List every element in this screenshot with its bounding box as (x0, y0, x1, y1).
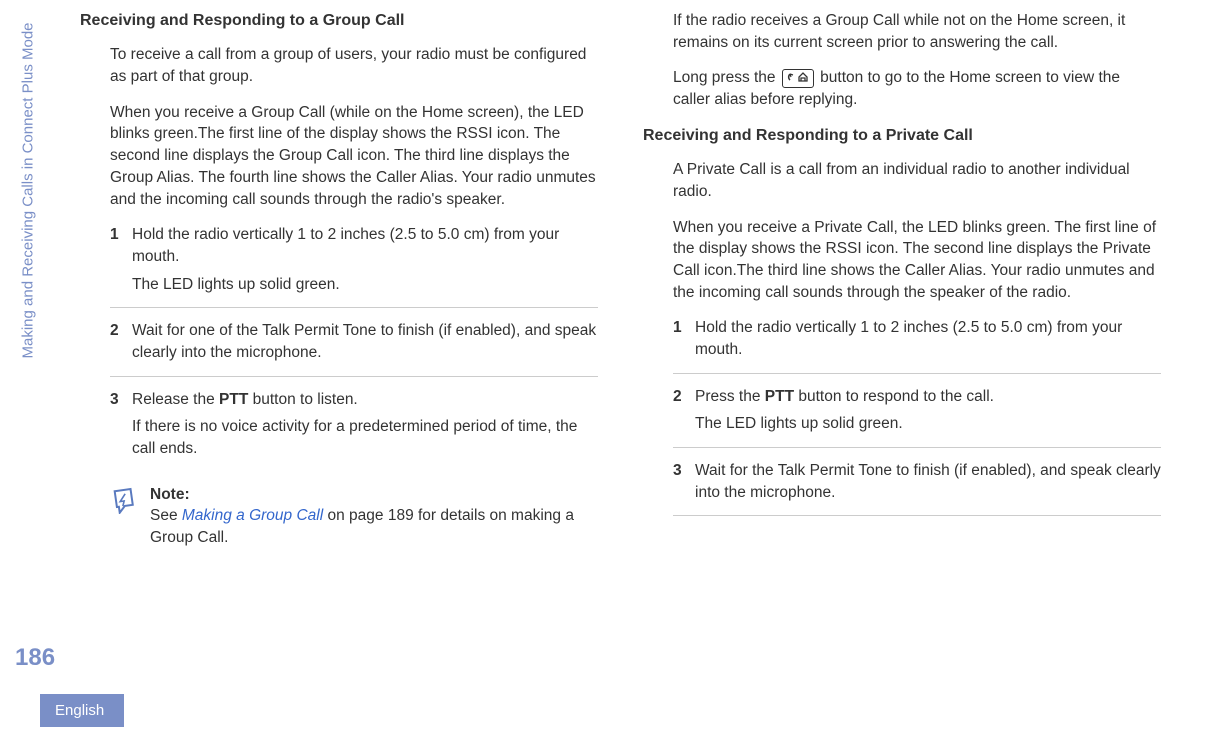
para: When you receive a Group Call (while on … (110, 102, 598, 210)
para: If the radio receives a Group Call while… (673, 10, 1161, 53)
step-line: Wait for one of the Talk Permit Tone to … (132, 320, 598, 363)
para: To receive a call from a group of users,… (110, 44, 598, 87)
step-line: Press the PTT button to respond to the c… (695, 386, 1161, 408)
step-line: If there is no voice activity for a pred… (132, 416, 598, 459)
link-making-group-call[interactable]: Making a Group Call (182, 507, 323, 524)
step-text: Press the PTT button to respond to the c… (695, 386, 1161, 435)
step-number: 3 (110, 389, 132, 460)
section-label: Making and Receiving Calls in Connect Pl… (20, 22, 37, 358)
step-line: Release the PTT button to listen. (132, 389, 598, 411)
step-2: 2 Press the PTT button to respond to the… (673, 386, 1161, 448)
page-number: 186 (15, 644, 55, 672)
heading-private-call: Receiving and Responding to a Private Ca… (643, 125, 1161, 147)
heading-group-call: Receiving and Responding to a Group Call (80, 10, 598, 32)
note-block: Note: See Making a Group Call on page 18… (110, 484, 598, 549)
left-margin: Making and Receiving Calls in Connect Pl… (0, 0, 60, 747)
step-line: The LED lights up solid green. (695, 413, 1161, 435)
para: When you receive a Private Call, the LED… (673, 217, 1161, 304)
step-number: 3 (673, 460, 695, 503)
step-text: Wait for one of the Talk Permit Tone to … (132, 320, 598, 363)
step-1: 1 Hold the radio vertically 1 to 2 inche… (673, 317, 1161, 373)
step-number: 1 (673, 317, 695, 360)
step-3: 3 Release the PTT button to listen. If t… (110, 389, 598, 472)
language-tab: English (40, 694, 124, 727)
step-number: 2 (673, 386, 695, 435)
para: A Private Call is a call from an individ… (673, 159, 1161, 202)
step-number: 1 (110, 224, 132, 295)
content-area: Receiving and Responding to a Group Call… (60, 0, 1206, 747)
note-content: Note: See Making a Group Call on page 18… (150, 484, 598, 549)
step-line: Wait for the Talk Permit Tone to finish … (695, 460, 1161, 503)
note-icon (110, 486, 138, 521)
para: Long press the button to go to the Home … (673, 67, 1161, 110)
step-text: Hold the radio vertically 1 to 2 inches … (132, 224, 598, 295)
step-line: The LED lights up solid green. (132, 274, 598, 296)
step-number: 2 (110, 320, 132, 363)
step-1: 1 Hold the radio vertically 1 to 2 inche… (110, 224, 598, 308)
step-line: Hold the radio vertically 1 to 2 inches … (132, 224, 598, 267)
home-button-icon (782, 69, 814, 89)
step-text: Wait for the Talk Permit Tone to finish … (695, 460, 1161, 503)
step-2: 2 Wait for one of the Talk Permit Tone t… (110, 320, 598, 376)
step-3: 3 Wait for the Talk Permit Tone to finis… (673, 460, 1161, 516)
step-text: Hold the radio vertically 1 to 2 inches … (695, 317, 1161, 360)
note-label: Note: (150, 484, 598, 506)
column-right: If the radio receives a Group Call while… (643, 10, 1161, 727)
step-text: Release the PTT button to listen. If the… (132, 389, 598, 460)
page: Making and Receiving Calls in Connect Pl… (0, 0, 1206, 747)
note-text: See Making a Group Call on page 189 for … (150, 505, 598, 548)
column-left: Receiving and Responding to a Group Call… (80, 10, 598, 727)
step-line: Hold the radio vertically 1 to 2 inches … (695, 317, 1161, 360)
